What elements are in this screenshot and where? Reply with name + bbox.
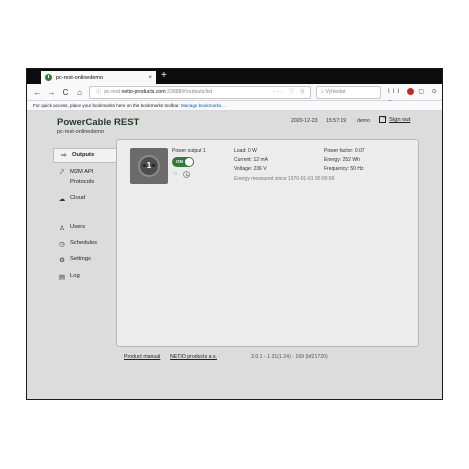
energy-since: Energy measured since 1970-01-01 00:00:0… xyxy=(234,176,335,182)
close-tab-icon[interactable]: × xyxy=(148,75,152,81)
product-manual-link[interactable]: Product manual xyxy=(124,354,160,360)
output-number: 1 xyxy=(146,161,152,170)
home-icon[interactable]: ⌂ xyxy=(74,87,85,98)
url-bar[interactable]: ⓘ pc-rest.netio-products.com:22888/#/outp… xyxy=(89,86,311,99)
socket-icon: 1 xyxy=(138,155,160,177)
tab-title: pc-rest-onlinedemo xyxy=(56,74,104,81)
search-input[interactable]: ⌕ Vyhledat xyxy=(316,86,381,99)
firmware-version: 3.0.1 - 1.31(1.24) - 169 (bf21720) xyxy=(251,354,328,360)
output-toggle[interactable]: ON xyxy=(172,157,194,167)
user-icon: ♙ xyxy=(59,225,65,232)
url-prefix: pc-rest. xyxy=(104,89,122,95)
forward-icon[interactable]: → xyxy=(46,87,57,98)
sidebar-item-label: Log xyxy=(70,273,80,279)
power-icon xyxy=(45,74,52,81)
new-tab-button[interactable]: + xyxy=(161,70,167,82)
toggle-knob xyxy=(185,158,193,166)
back-icon[interactable]: ← xyxy=(32,87,43,98)
sidebar-item-label: Users xyxy=(70,224,86,230)
bookmarks-bar: For quick access, place your bookmarks h… xyxy=(27,101,442,111)
current-value: Current: 12 mA xyxy=(234,157,268,163)
energy-value: Energy: 252 Wh xyxy=(324,157,360,163)
voltage-value: Voltage: 236 V xyxy=(234,166,267,172)
nav-bar: ← → C ⌂ ⓘ pc-rest.netio-products.com:2288… xyxy=(27,84,442,106)
header-date: 2020-12-23 xyxy=(291,118,318,124)
log-icon: ▤ xyxy=(58,274,66,281)
frequency-value: Frequency: 50 Hz xyxy=(324,166,364,172)
gear-icon: ⚙ xyxy=(59,257,65,264)
brand-title: PowerCable REST xyxy=(57,117,140,128)
outputs-icon: ⇨ xyxy=(61,152,67,159)
power-factor-value: Power factor: 0.07 xyxy=(324,148,365,154)
sign-out-label: Sign out xyxy=(389,117,411,124)
account-icon[interactable]: ⊙ xyxy=(432,89,440,95)
url-host: netio-products.com xyxy=(121,89,166,95)
browser-tab[interactable]: pc-rest-onlinedemo × xyxy=(41,71,156,84)
bookmarks-hint: For quick access, place your bookmarks h… xyxy=(33,103,180,108)
browser-window: pc-rest-onlinedemo × + ← → C ⌂ ⓘ pc-rest.… xyxy=(26,68,443,400)
sidebar-item-label: Outputs xyxy=(72,152,95,158)
url-path: :22888/#/outputs/list xyxy=(165,89,213,95)
page-actions-icons[interactable]: ··· ♡ ☆ xyxy=(273,87,307,98)
search-placeholder: Vyhledat xyxy=(325,89,346,95)
sidebar-item-label: Schedules xyxy=(70,240,98,246)
output-name: Power output 1 xyxy=(172,148,206,154)
schedule-clock-icon[interactable] xyxy=(183,171,190,178)
device-name: pc-rest-onlinedemo xyxy=(57,129,105,135)
outputs-panel: 1 Power output 1 ON ☼ Load: 0 W Current:… xyxy=(116,139,419,347)
header-time: 15:57:19 xyxy=(326,118,347,124)
tab-strip: pc-rest-onlinedemo × + xyxy=(27,69,442,84)
m2m-api-icon: ⤤ xyxy=(60,169,64,176)
clock-icon: ◷ xyxy=(59,241,65,248)
socket-tile[interactable]: 1 xyxy=(130,148,168,184)
sidebar-icon[interactable]: ▢ xyxy=(418,89,427,95)
cloud-icon: ☁ xyxy=(58,196,66,203)
sun-icon[interactable]: ☼ xyxy=(172,170,178,178)
ublock-icon[interactable] xyxy=(406,87,414,95)
load-value: Load: 0 W xyxy=(234,148,257,154)
header-user: demo xyxy=(357,118,370,124)
sign-out-icon xyxy=(379,114,388,123)
manage-bookmarks-link[interactable]: Manage bookmarks... xyxy=(181,103,225,108)
info-icon[interactable]: ⓘ xyxy=(96,89,101,95)
library-icon[interactable]: III xyxy=(388,89,402,95)
sidebar-item-label: Cloud xyxy=(70,195,86,201)
sidebar-item-label: Settings xyxy=(70,256,91,262)
sign-out-link[interactable]: Sign out xyxy=(379,114,411,124)
toggle-label: ON xyxy=(176,159,183,164)
reload-icon[interactable]: C xyxy=(60,87,71,98)
netio-products-link[interactable]: NETIO products a.s. xyxy=(170,354,217,360)
